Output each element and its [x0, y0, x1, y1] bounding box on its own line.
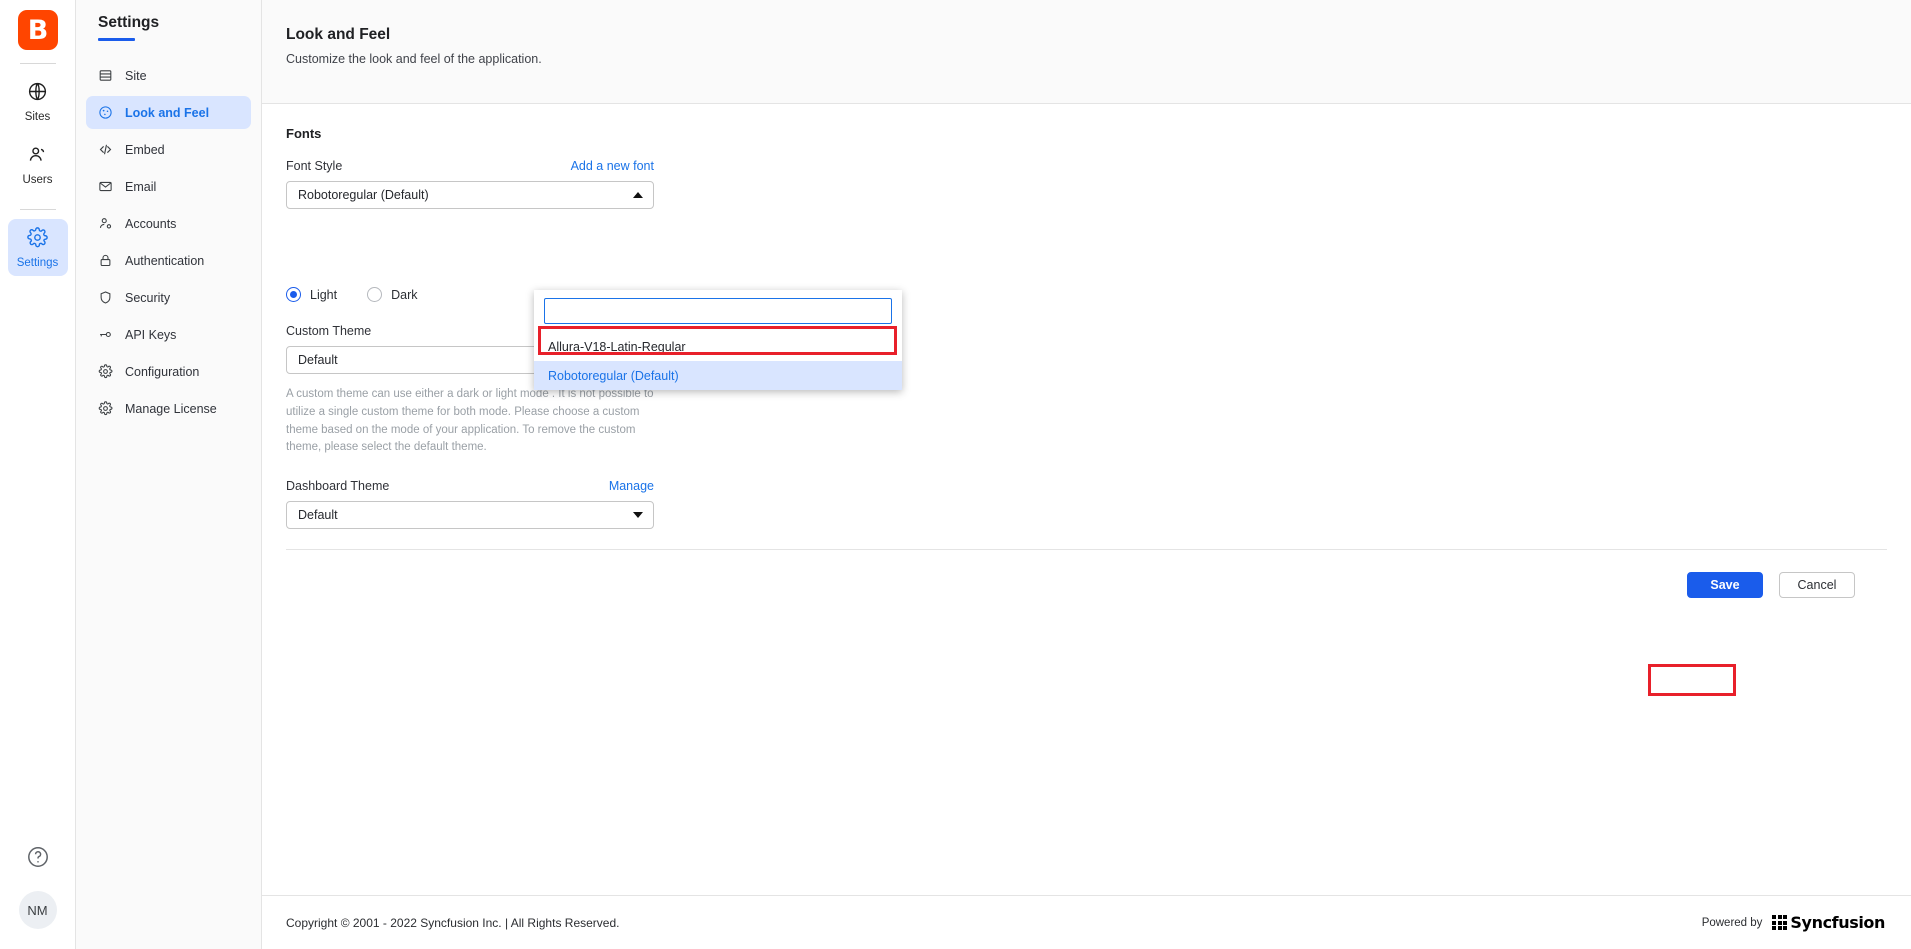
sidebar-item-manage-license[interactable]: Manage License: [86, 392, 251, 425]
font-style-selected-value: Robotoregular (Default): [298, 188, 429, 202]
dashboard-theme-select[interactable]: Default: [286, 501, 654, 529]
custom-theme-help-text: A custom theme can use either a dark or …: [286, 386, 656, 457]
rail-label-sites: Sites: [25, 111, 51, 123]
sidebar-item-email[interactable]: Email: [86, 170, 251, 203]
page-header: Look and Feel Customize the look and fee…: [262, 0, 1911, 104]
sidebar-item-embed[interactable]: Embed: [86, 133, 251, 166]
font-style-label: Font Style: [286, 159, 342, 173]
sidebar-item-look-and-feel[interactable]: Look and Feel: [86, 96, 251, 129]
fonts-section-title: Fonts: [286, 126, 1887, 141]
font-style-dropdown: Allura-V18-Latin-Regular Robotoregular (…: [534, 290, 902, 390]
dashboard-theme-value: Default: [298, 508, 338, 522]
shield-icon: [98, 290, 113, 305]
rail-item-sites[interactable]: Sites: [8, 73, 68, 130]
mode-option-light[interactable]: Light: [286, 287, 337, 302]
dashboard-theme-label-row: Dashboard Theme Manage: [286, 479, 654, 493]
cancel-button[interactable]: Cancel: [1779, 572, 1855, 598]
sidebar-item-authentication[interactable]: Authentication: [86, 244, 251, 277]
dropdown-option-label: Allura-V18-Latin-Regular: [548, 340, 686, 354]
sidebar-label-configuration: Configuration: [125, 365, 199, 379]
sidebar-item-security[interactable]: Security: [86, 281, 251, 314]
sidebar-item-site[interactable]: Site: [86, 59, 251, 92]
mode-label-light: Light: [310, 288, 337, 302]
sidebar-label-security: Security: [125, 291, 170, 305]
font-style-field: Font Style Add a new font Robotoregular …: [286, 159, 654, 209]
sidebar-label-accounts: Accounts: [125, 217, 176, 231]
rail-label-settings: Settings: [17, 257, 59, 269]
page-footer: Copyright © 2001 - 2022 Syncfusion Inc. …: [262, 895, 1911, 949]
sidebar-title-underline: [98, 38, 135, 41]
syncfusion-wordmark: Syncfusion: [1790, 913, 1885, 932]
page-subtitle: Customize the look and feel of the appli…: [286, 52, 1911, 66]
mail-icon: [98, 179, 113, 194]
sidebar-label-email: Email: [125, 180, 156, 194]
server-icon: [98, 68, 113, 83]
font-style-label-row: Font Style Add a new font: [286, 159, 654, 173]
gear-icon: [27, 227, 48, 253]
radio-dark[interactable]: [367, 287, 382, 302]
sidebar-label-authentication: Authentication: [125, 254, 204, 268]
palette-icon: [98, 105, 113, 120]
sidebar-item-accounts[interactable]: Accounts: [86, 207, 251, 240]
chevron-up-icon: [633, 192, 643, 198]
dropdown-option-allura[interactable]: Allura-V18-Latin-Regular: [534, 332, 902, 361]
powered-by-label: Powered by: [1702, 917, 1763, 929]
dashboard-theme-manage-link[interactable]: Manage: [609, 479, 654, 493]
form-actions: Save Cancel: [286, 550, 1887, 598]
user-settings-icon: [98, 216, 113, 231]
copyright-text: Copyright © 2001 - 2022 Syncfusion Inc. …: [286, 916, 619, 930]
mode-radio-group: Light Dark: [286, 287, 1887, 302]
sidebar-label-embed: Embed: [125, 143, 165, 157]
gear-icon: [98, 401, 113, 416]
powered-by: Powered by Syncfusion: [1702, 913, 1885, 932]
font-search-input[interactable]: [544, 298, 892, 324]
add-a-new-font-link[interactable]: Add a new font: [571, 159, 654, 173]
dashboard-theme-field: Dashboard Theme Manage Default: [286, 479, 654, 529]
sidebar-title: Settings: [76, 14, 261, 32]
sidebar-label-manage-license: Manage License: [125, 402, 217, 416]
sidebar-item-api-keys[interactable]: API Keys: [86, 318, 251, 351]
mode-option-dark[interactable]: Dark: [367, 287, 417, 302]
code-icon: [98, 142, 113, 157]
highlight-box-save-button: [1648, 664, 1736, 696]
syncfusion-logo: Syncfusion: [1772, 913, 1885, 932]
rail-item-users[interactable]: Users: [8, 136, 68, 193]
avatar[interactable]: NM: [19, 891, 57, 929]
save-button[interactable]: Save: [1687, 572, 1763, 598]
sidebar-item-configuration[interactable]: Configuration: [86, 355, 251, 388]
sidebar-label-look-and-feel: Look and Feel: [125, 106, 209, 120]
settings-sidebar: Settings Site Look and Feel: [76, 0, 262, 949]
users-icon: [27, 144, 48, 170]
sidebar-label-api-keys: API Keys: [125, 328, 176, 342]
chevron-down-icon: [633, 512, 643, 518]
custom-theme-value: Default: [298, 353, 338, 367]
app-logo: B: [18, 10, 58, 50]
avatar-initials: NM: [27, 903, 47, 918]
main-panel: Look and Feel Customize the look and fee…: [262, 0, 1911, 949]
lock-icon: [98, 253, 113, 268]
key-icon: [98, 327, 113, 342]
sidebar-label-site: Site: [125, 69, 147, 83]
rail-divider-bottom: [20, 209, 56, 210]
dropdown-option-robotoregular[interactable]: Robotoregular (Default): [534, 361, 902, 390]
dropdown-option-label: Robotoregular (Default): [548, 369, 679, 383]
font-style-select[interactable]: Robotoregular (Default): [286, 181, 654, 209]
rail-divider-top: [20, 63, 56, 64]
logo-letter: B: [28, 17, 48, 44]
help-circle-icon[interactable]: [26, 845, 50, 869]
custom-theme-label: Custom Theme: [286, 324, 371, 338]
app-root: B Sites Users: [0, 0, 1911, 949]
rail-label-users: Users: [22, 174, 52, 186]
mode-label-dark: Dark: [391, 288, 417, 302]
gear-icon: [98, 364, 113, 379]
primary-nav-rail: B Sites Users: [0, 0, 76, 949]
syncfusion-grid-icon: [1772, 915, 1787, 930]
dashboard-theme-label: Dashboard Theme: [286, 479, 389, 493]
globe-icon: [27, 81, 48, 107]
radio-light[interactable]: [286, 287, 301, 302]
settings-content: Fonts Font Style Add a new font Robotore…: [262, 104, 1911, 949]
rail-item-settings[interactable]: Settings: [8, 219, 68, 276]
page-title: Look and Feel: [286, 26, 1911, 44]
